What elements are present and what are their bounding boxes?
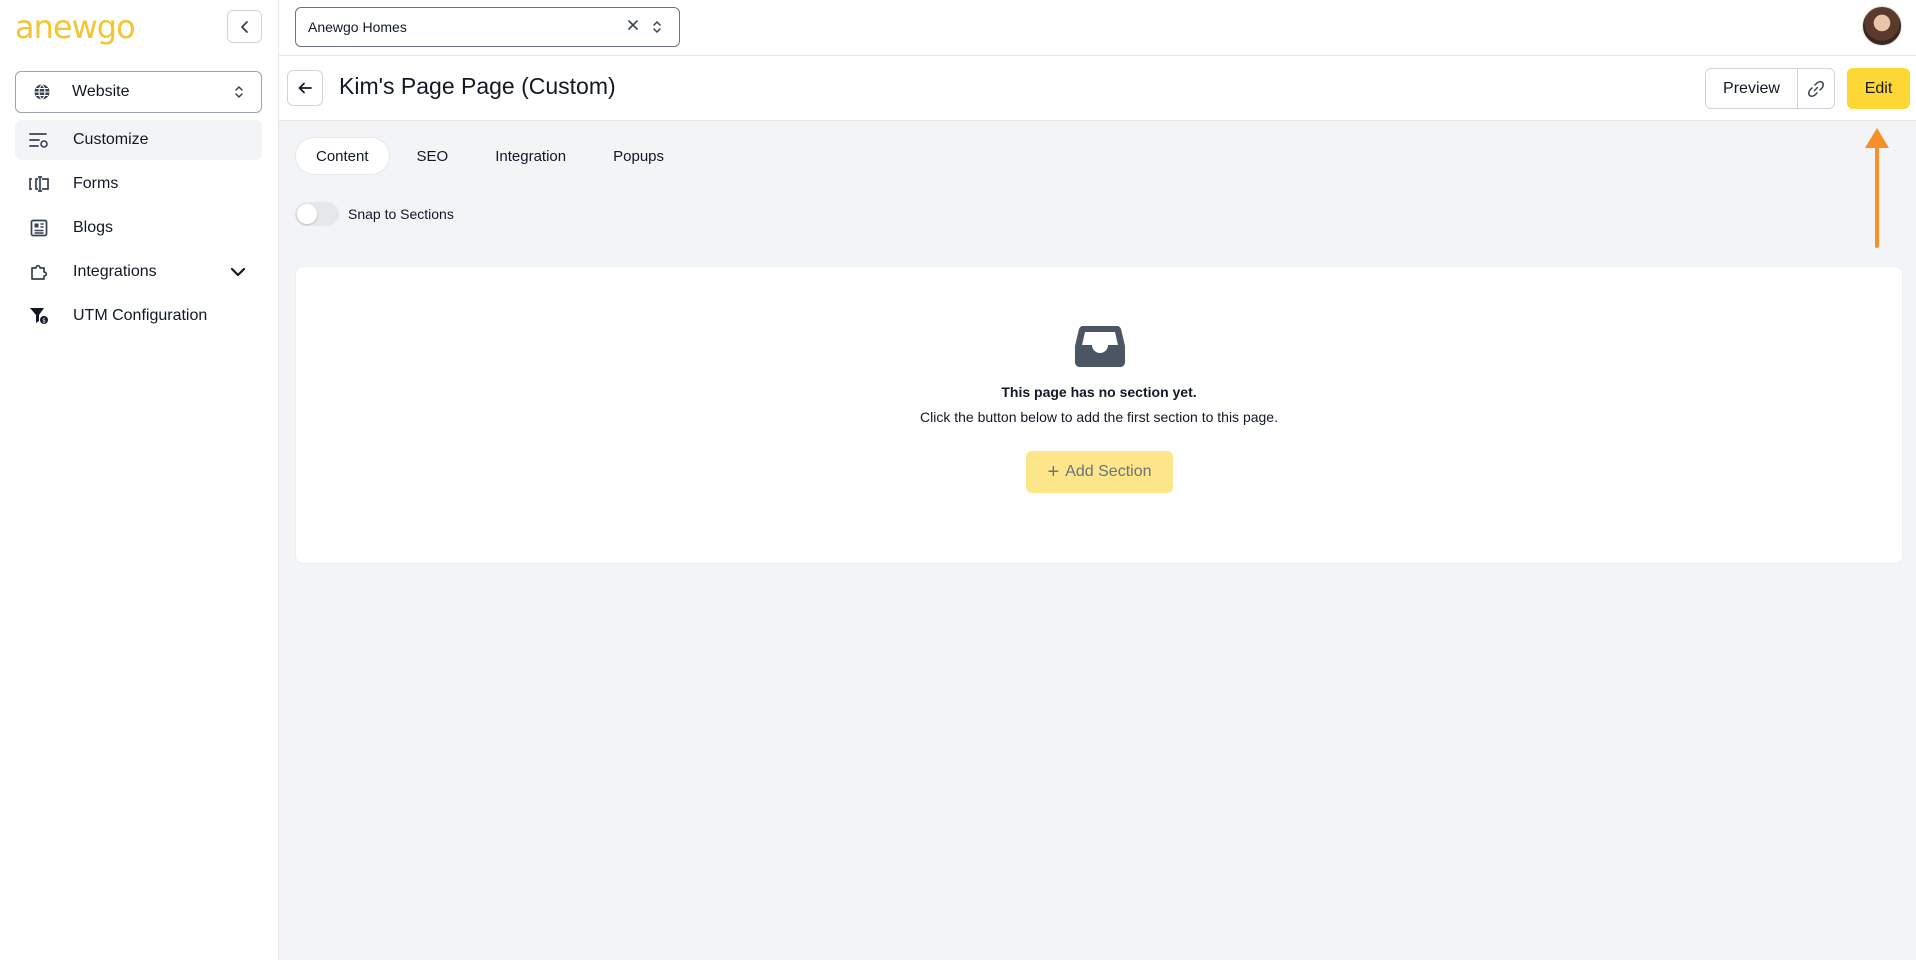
arrow-left-icon <box>295 78 315 98</box>
sidebar-item-customize[interactable]: Customize <box>15 120 262 160</box>
user-avatar[interactable] <box>1862 6 1902 46</box>
tab-seo[interactable]: SEO <box>397 137 469 175</box>
sections-empty-card: This page has no section yet. Click the … <box>295 266 1903 564</box>
sidebar-nav: Customize Forms Blogs Integrations $ UTM… <box>15 120 262 340</box>
snap-to-sections-row: Snap to Sections <box>295 202 454 226</box>
page-title: Kim's Page Page (Custom) <box>339 73 616 99</box>
chevron-left-icon <box>235 17 255 37</box>
globe-icon <box>32 82 52 102</box>
tab-popups[interactable]: Popups <box>593 137 684 175</box>
sidebar-item-blogs[interactable]: Blogs <box>15 208 262 248</box>
blogs-icon <box>29 218 49 238</box>
empty-state-subtitle: Click the button below to add the first … <box>920 409 1278 425</box>
sidebar-item-forms[interactable]: Forms <box>15 164 262 204</box>
edit-button[interactable]: Edit <box>1847 68 1910 109</box>
top-bar: Anewgo Homes <box>279 0 1916 56</box>
copy-link-button[interactable] <box>1798 69 1834 108</box>
site-select[interactable]: Website <box>15 71 262 113</box>
puzzle-icon <box>29 262 49 282</box>
page-header: Kim's Page Page (Custom) Preview Edit <box>279 56 1916 121</box>
sidebar-item-label: Integrations <box>73 263 157 280</box>
clear-icon[interactable] <box>627 18 639 36</box>
tab-content[interactable]: Content <box>295 137 390 175</box>
snap-to-sections-toggle[interactable] <box>295 202 339 226</box>
empty-state-title: This page has no section yet. <box>1001 384 1197 400</box>
add-section-button[interactable]: + Add Section <box>1026 451 1173 493</box>
sidebar-item-label: Forms <box>73 175 119 192</box>
plus-icon: + <box>1047 460 1060 483</box>
customize-icon <box>29 130 49 150</box>
toggle-knob <box>297 204 317 224</box>
svg-text:$: $ <box>42 318 46 325</box>
company-select-value: Anewgo Homes <box>308 19 407 35</box>
sidebar-item-utm-configuration[interactable]: $ UTM Configuration <box>15 296 262 336</box>
inbox-icon <box>1075 324 1125 373</box>
annotation-arrow-icon <box>1861 126 1893 253</box>
logo[interactable]: anewgo <box>15 10 136 44</box>
back-button[interactable] <box>287 70 323 106</box>
snap-to-sections-label: Snap to Sections <box>348 206 454 222</box>
site-select-label: Website <box>72 83 130 100</box>
chevron-down-icon <box>228 262 248 282</box>
sidebar-item-label: UTM Configuration <box>73 307 208 324</box>
chevron-up-down-icon <box>647 17 667 37</box>
forms-icon <box>29 174 49 194</box>
sidebar: anewgo Website Customize Forms Blogs Int… <box>0 0 279 960</box>
preview-button[interactable]: Preview <box>1706 69 1798 108</box>
sidebar-item-label: Customize <box>73 131 149 148</box>
funnel-icon: $ <box>29 306 49 326</box>
link-icon <box>1806 79 1826 99</box>
chevron-up-down-icon <box>229 82 249 102</box>
tab-integration[interactable]: Integration <box>475 137 586 175</box>
sidebar-item-label: Blogs <box>73 219 114 236</box>
page-tabs: Content SEO Integration Popups <box>295 137 691 175</box>
add-section-label: Add Section <box>1065 463 1152 480</box>
sidebar-item-integrations[interactable]: Integrations <box>15 252 262 292</box>
header-button-group: Preview <box>1705 68 1835 109</box>
company-select[interactable]: Anewgo Homes <box>295 7 680 47</box>
collapse-sidebar-button[interactable] <box>227 10 262 43</box>
